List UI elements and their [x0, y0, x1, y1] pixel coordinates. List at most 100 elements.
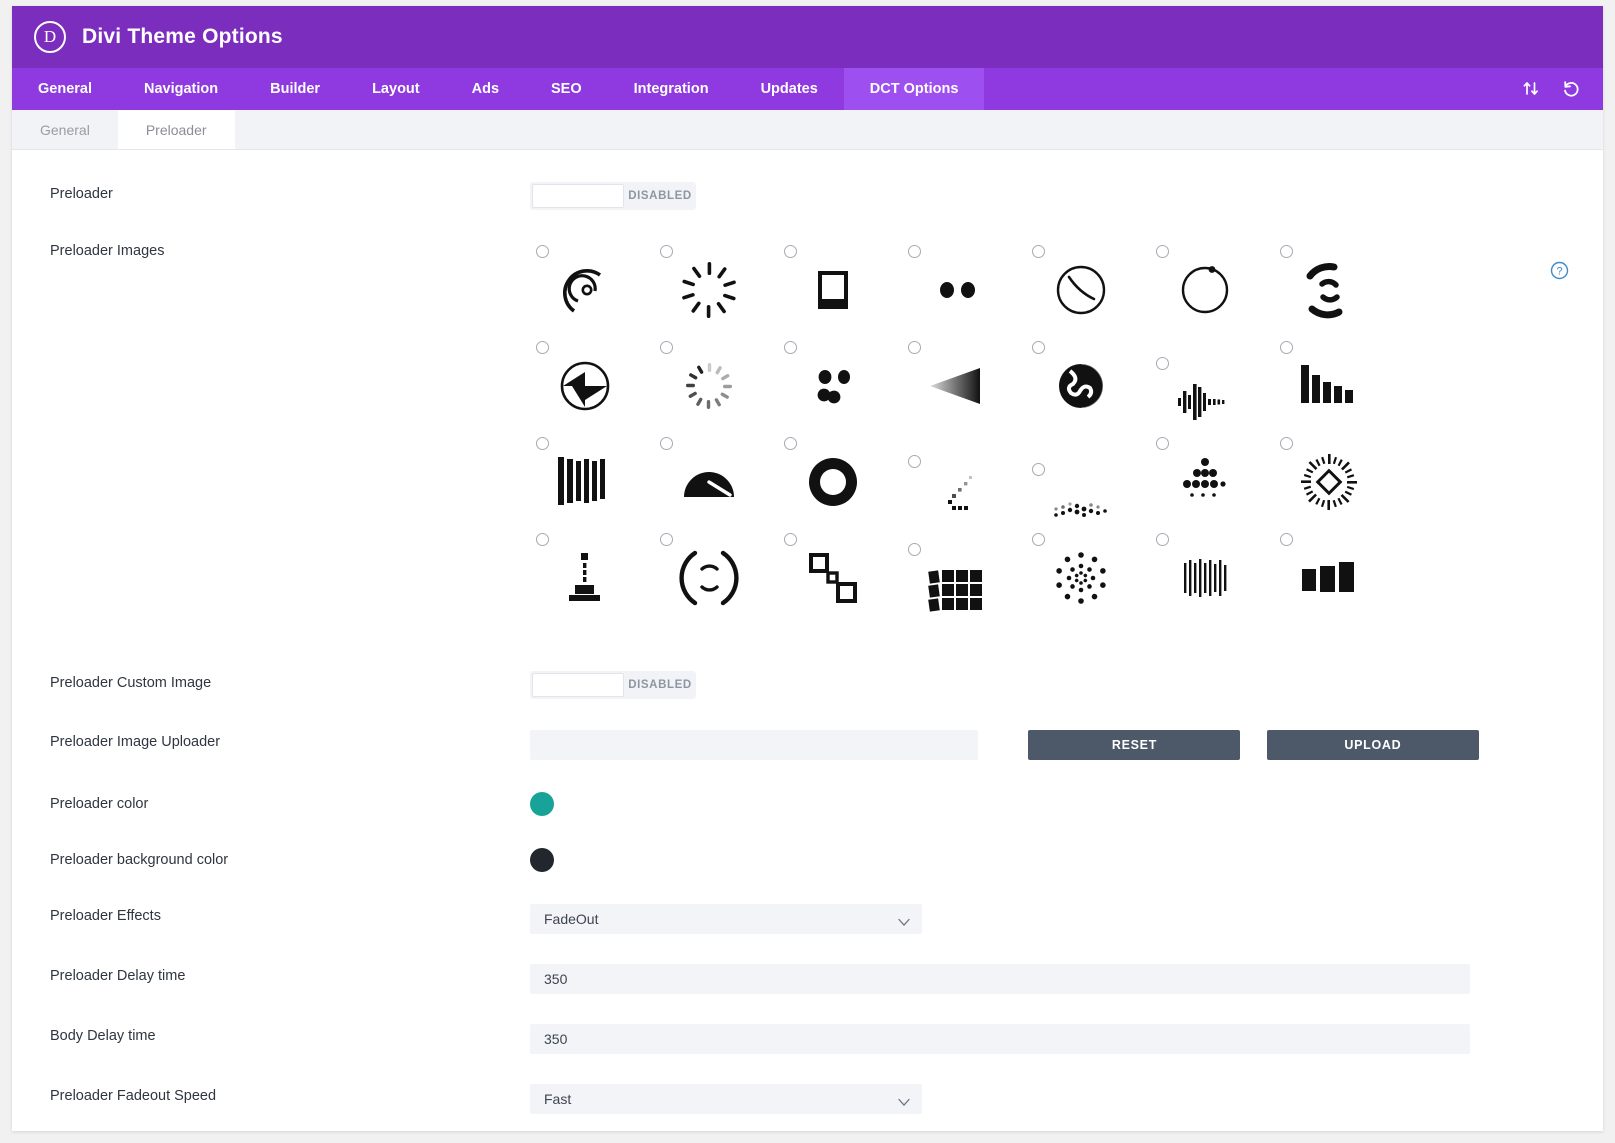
- nav-item-integration[interactable]: Integration: [608, 68, 735, 110]
- control-body-delay-time: [530, 1024, 1565, 1054]
- stamp-icon: [544, 541, 626, 615]
- thick-ring-icon: [792, 445, 874, 519]
- preloader-delay-time-input[interactable]: [530, 964, 1470, 994]
- label-preloader: Preloader: [50, 182, 530, 202]
- preloader-option-dot-flower[interactable]: [1026, 527, 1150, 623]
- field-row-preloader-color: Preloader color: [12, 792, 1603, 816]
- audio-wave-icon: [1164, 365, 1246, 439]
- preloader-effects-select[interactable]: FadeOut: [530, 904, 922, 934]
- upload-button[interactable]: UPLOAD: [1267, 730, 1479, 760]
- label-preloader-effects: Preloader Effects: [50, 904, 530, 924]
- diagonal-dots-icon: [916, 463, 998, 537]
- nav-item-navigation[interactable]: Navigation: [118, 68, 244, 110]
- field-row-preloader-images: Preloader Images: [12, 239, 1603, 623]
- bar-chart-icon: [1288, 349, 1370, 423]
- preloader-option-diagonal-dots[interactable]: [902, 431, 1026, 527]
- control-preloader-image-uploader: RESET UPLOAD: [530, 730, 1565, 760]
- preloader-option-circle-orbit-dot[interactable]: [1150, 239, 1274, 335]
- preloader-option-cascading-squares[interactable]: [778, 527, 902, 623]
- reset-icon[interactable]: [1562, 80, 1581, 99]
- control-preloader-delay-time: [530, 964, 1565, 994]
- preloader-option-thick-ring[interactable]: [778, 431, 902, 527]
- preloader-custom-image-toggle[interactable]: DISABLED: [530, 671, 696, 699]
- preloader-option-gauge[interactable]: [654, 431, 778, 527]
- control-preloader-fadeout-speed: Fast: [530, 1084, 1565, 1114]
- control-preloader: DISABLED: [530, 182, 1565, 213]
- bowtie-circle-icon: [544, 349, 626, 423]
- preloader-option-triangle-fade[interactable]: [902, 335, 1026, 431]
- clock-icon: [1040, 253, 1122, 327]
- preloader-fadeout-speed-select[interactable]: Fast: [530, 1084, 922, 1114]
- preloader-option-vertical-bars[interactable]: [530, 431, 654, 527]
- gauge-icon: [668, 445, 750, 519]
- svg-text:?: ?: [1556, 266, 1562, 278]
- preloader-option-clock[interactable]: [1026, 239, 1150, 335]
- preloader-option-spinner-rings[interactable]: [530, 239, 654, 335]
- dot-flower-icon: [1040, 541, 1122, 615]
- three-blocks-icon: [1288, 541, 1370, 615]
- options-page: D Divi Theme Options General Navigation …: [12, 6, 1603, 1131]
- preloader-option-starburst[interactable]: [654, 239, 778, 335]
- preloader-toggle[interactable]: DISABLED: [530, 182, 696, 210]
- main-nav: General Navigation Builder Layout Ads SE…: [12, 68, 1603, 110]
- control-preloader-background-color: [530, 848, 1565, 872]
- page-title: Divi Theme Options: [82, 25, 283, 49]
- preloader-option-bowtie-circle[interactable]: [530, 335, 654, 431]
- preloader-option-spiral-arcs[interactable]: [1274, 239, 1398, 335]
- grid-blocks-icon: [916, 551, 998, 625]
- label-preloader-images: Preloader Images: [50, 239, 530, 259]
- preloader-option-snowflake-burst[interactable]: [1274, 431, 1398, 527]
- field-row-preloader: Preloader DISABLED: [12, 182, 1603, 213]
- control-preloader-effects: FadeOut: [530, 904, 1565, 934]
- control-preloader-images: [530, 239, 1565, 623]
- settings-form: Preloader DISABLED Preloader Images: [12, 182, 1603, 1131]
- preloader-image-grid: [530, 239, 1565, 623]
- preloader-option-parentheses-arcs[interactable]: [654, 527, 778, 623]
- nav-item-dct-options[interactable]: DCT Options: [844, 68, 985, 110]
- preloader-option-square-fill[interactable]: [778, 239, 902, 335]
- cascading-squares-icon: [792, 541, 874, 615]
- nav-item-seo[interactable]: SEO: [525, 68, 608, 110]
- import-export-icon[interactable]: [1522, 80, 1540, 98]
- nav-item-builder[interactable]: Builder: [244, 68, 346, 110]
- preloader-option-stamp[interactable]: [530, 527, 654, 623]
- preloader-color-swatch[interactable]: [530, 792, 554, 816]
- help-circle-icon[interactable]: ?: [1550, 261, 1569, 280]
- globe-icon: [1040, 349, 1122, 423]
- subtab-general[interactable]: General: [12, 110, 118, 149]
- nav-item-layout[interactable]: Layout: [346, 68, 446, 110]
- preloader-option-grid-blocks[interactable]: [902, 527, 1026, 623]
- preloader-option-four-dots[interactable]: [778, 335, 902, 431]
- preloader-option-thin-bars[interactable]: [1150, 527, 1274, 623]
- reset-button[interactable]: RESET: [1028, 730, 1240, 760]
- label-preloader-color: Preloader color: [50, 792, 530, 812]
- label-body-delay-time: Body Delay time: [50, 1024, 530, 1044]
- preloader-option-two-dots[interactable]: [902, 239, 1026, 335]
- preloader-option-dot-wave[interactable]: [1026, 431, 1150, 527]
- preloader-image-uploader-input[interactable]: [530, 730, 978, 760]
- preloader-option-bar-chart[interactable]: [1274, 335, 1398, 431]
- dotted-ring-icon: [668, 349, 750, 423]
- subtab-bar: General Preloader: [12, 110, 1603, 150]
- preloader-option-globe[interactable]: [1026, 335, 1150, 431]
- nav-item-general[interactable]: General: [12, 68, 118, 110]
- preloader-option-dotted-ring[interactable]: [654, 335, 778, 431]
- subtab-preloader[interactable]: Preloader: [118, 110, 235, 149]
- body-delay-time-input[interactable]: [530, 1024, 1470, 1054]
- square-fill-icon: [792, 253, 874, 327]
- preloader-option-dot-pyramid[interactable]: [1150, 431, 1274, 527]
- label-preloader-fadeout-speed: Preloader Fadeout Speed: [50, 1084, 530, 1104]
- nav-item-updates[interactable]: Updates: [735, 68, 844, 110]
- toggle-state-label: DISABLED: [624, 190, 696, 202]
- preloader-background-color-swatch[interactable]: [530, 848, 554, 872]
- spiral-arcs-icon: [1288, 253, 1370, 327]
- label-preloader-custom-image: Preloader Custom Image: [50, 671, 530, 691]
- preloader-option-three-blocks[interactable]: [1274, 527, 1398, 623]
- label-preloader-background-color: Preloader background color: [50, 848, 530, 868]
- field-row-preloader-effects: Preloader Effects FadeOut: [12, 904, 1603, 934]
- triangle-fade-icon: [916, 349, 998, 423]
- preloader-option-audio-wave[interactable]: [1150, 335, 1274, 431]
- control-preloader-custom-image: DISABLED: [530, 671, 1565, 702]
- field-row-preloader-fadeout-speed: Preloader Fadeout Speed Fast: [12, 1084, 1603, 1114]
- nav-item-ads[interactable]: Ads: [446, 68, 525, 110]
